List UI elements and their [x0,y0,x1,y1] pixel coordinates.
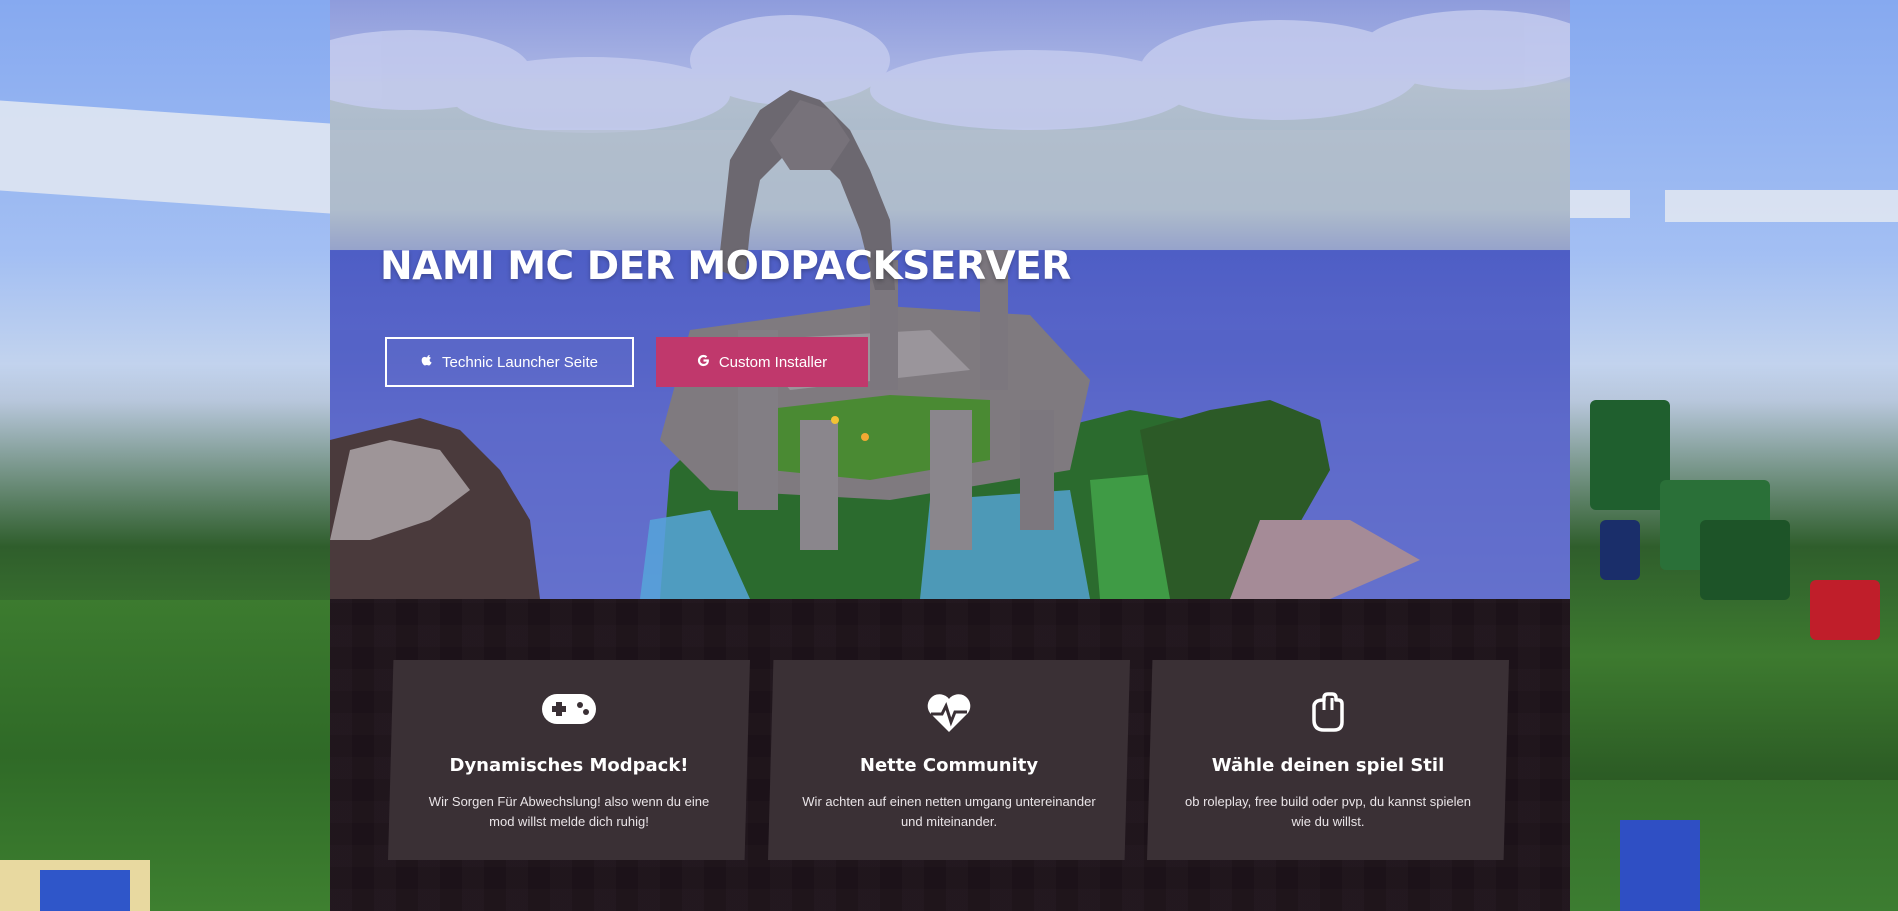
background-tree [1590,400,1670,510]
background-mushroom [1810,580,1880,640]
hero-clouds [330,10,1570,133]
technic-launcher-label: Technic Launcher Seite [442,353,598,371]
feature-text: Wir achten auf einen netten umgang unter… [802,794,1096,829]
hero-section: NAMI MC DER MODPACKSERVER Technic Launch… [330,0,1570,599]
content-column: NAMI MC DER MODPACKSERVER Technic Launch… [330,0,1570,911]
google-icon [697,354,710,371]
feature-card-community: Nette Community Wir achten auf einen net… [768,660,1130,860]
apple-icon [421,354,433,370]
background-water [1620,820,1700,911]
technic-launcher-button[interactable]: Technic Launcher Seite [385,337,634,387]
gamepad-icon [388,692,750,726]
background-tree [1600,520,1640,580]
feature-card-playstyle: Wähle deinen spiel Stil ob roleplay, fre… [1147,660,1509,860]
fist-icon [1147,692,1509,734]
background-water [40,870,130,911]
custom-installer-label: Custom Installer [718,353,828,371]
background-cloud [1570,190,1630,218]
hero-title: NAMI MC DER MODPACKSERVER [380,244,1071,289]
feature-text: ob roleplay, free build oder pvp, du kan… [1185,794,1471,829]
feature-card-modpack: Dynamisches Modpack! Wir Sorgen Für Abwe… [388,660,750,860]
background-cloud [1665,190,1898,222]
custom-installer-button[interactable]: Custom Installer [656,337,868,387]
feature-text: Wir Sorgen Für Abwechslung! also wenn du… [428,794,710,829]
feature-title: Wähle deinen spiel Stil [1211,755,1445,776]
background-cloud [0,100,330,214]
hero-background-scene [330,10,1570,599]
feature-title: Dynamisches Modpack! [449,755,689,776]
feature-title: Nette Community [859,755,1039,776]
heartbeat-icon [768,692,1130,734]
background-tree [1700,520,1790,600]
